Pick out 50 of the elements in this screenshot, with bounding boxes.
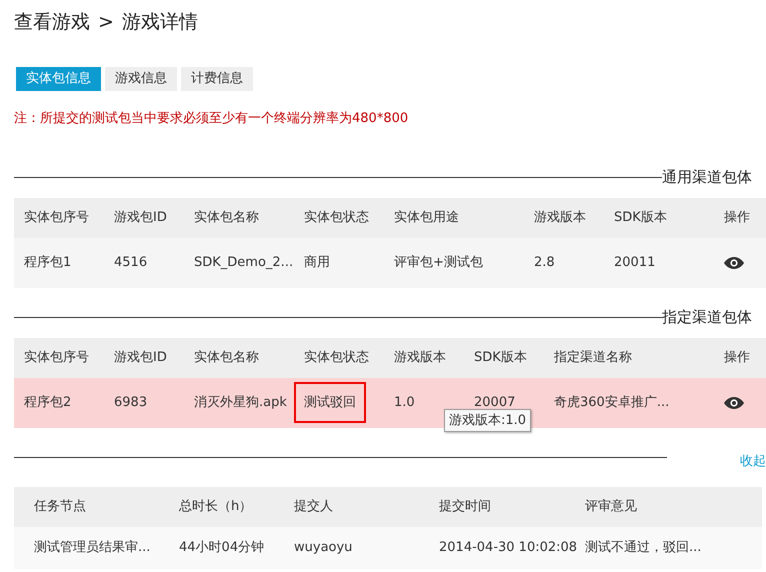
notice-text: 注：所提交的测试包当中要求必须至少有一个终端分辨率为480*800 bbox=[13, 110, 410, 128]
table-cell-text: 4516 bbox=[114, 254, 148, 272]
table-cell-text: 程序包2 bbox=[24, 394, 72, 412]
column-header: 提交时间 bbox=[439, 498, 492, 516]
eye-icon[interactable] bbox=[724, 396, 744, 408]
column-header: 实体包名称 bbox=[194, 348, 260, 367]
column-header: 实体包用途 bbox=[394, 208, 460, 227]
column-header: 总时长（h） bbox=[179, 498, 254, 516]
section-title: 通用渠道包体 bbox=[662, 167, 753, 188]
column-header: SDK版本 bbox=[474, 348, 528, 367]
column-header: 实体包序号 bbox=[24, 348, 90, 367]
page-title: 游戏详情 bbox=[122, 10, 198, 35]
status-cell-text: 商用 bbox=[304, 254, 330, 272]
section-title: 指定渠道包体 bbox=[662, 307, 753, 328]
tab[interactable]: 计费信息 bbox=[181, 67, 253, 91]
table-cell-text: 44小时04分钟 bbox=[179, 538, 266, 557]
tab[interactable]: 游戏信息 bbox=[105, 67, 177, 91]
table-cell-text: 2014-04-30 10:02:08 bbox=[439, 538, 578, 557]
table-cell-text: wuyaoyu bbox=[294, 538, 354, 557]
table-cell-text: 程序包1 bbox=[24, 254, 72, 272]
breadcrumb-link[interactable]: 查看游戏 bbox=[14, 8, 90, 36]
column-header: 实体包状态 bbox=[304, 208, 370, 227]
column-header: 操作 bbox=[724, 208, 751, 227]
table-cell-text: 2.8 bbox=[534, 254, 556, 272]
column-header: 指定渠道名称 bbox=[554, 348, 633, 367]
column-header: 游戏版本 bbox=[394, 348, 447, 367]
table-cell-text: 20011 bbox=[614, 254, 656, 272]
breadcrumb-separator: > bbox=[98, 10, 114, 35]
table-cell-text: 奇虎360安卓推广... bbox=[554, 394, 670, 412]
table-cell-text: 消灭外星狗.apk bbox=[194, 394, 288, 412]
eye-icon[interactable] bbox=[724, 256, 744, 268]
status-cell: 测试驳回 bbox=[294, 382, 366, 424]
column-header: 实体包序号 bbox=[24, 208, 90, 227]
column-header: 游戏包ID bbox=[114, 348, 168, 367]
table-cell-text: 评审包+测试包 bbox=[394, 254, 484, 272]
column-header: 实体包名称 bbox=[194, 208, 260, 227]
column-header: 任务节点 bbox=[34, 498, 87, 516]
column-header: 操作 bbox=[724, 348, 751, 367]
tooltip: 游戏版本:1.0 bbox=[444, 408, 532, 432]
table-cell-text: 1.0 bbox=[394, 394, 416, 412]
table-cell-text: 测试不通过，驳回... bbox=[585, 538, 702, 557]
table-cell-text: 6983 bbox=[114, 394, 148, 412]
column-header: 游戏版本 bbox=[534, 208, 587, 227]
column-header: 实体包状态 bbox=[304, 348, 370, 367]
table-cell-text: 测试管理员结果审... bbox=[34, 538, 152, 557]
column-header: 提交人 bbox=[294, 498, 334, 516]
column-header: 评审意见 bbox=[585, 498, 638, 516]
table-cell-text: SDK_Demo_2... bbox=[194, 254, 294, 272]
column-header: 游戏包ID bbox=[114, 208, 168, 227]
column-header: SDK版本 bbox=[614, 208, 668, 227]
